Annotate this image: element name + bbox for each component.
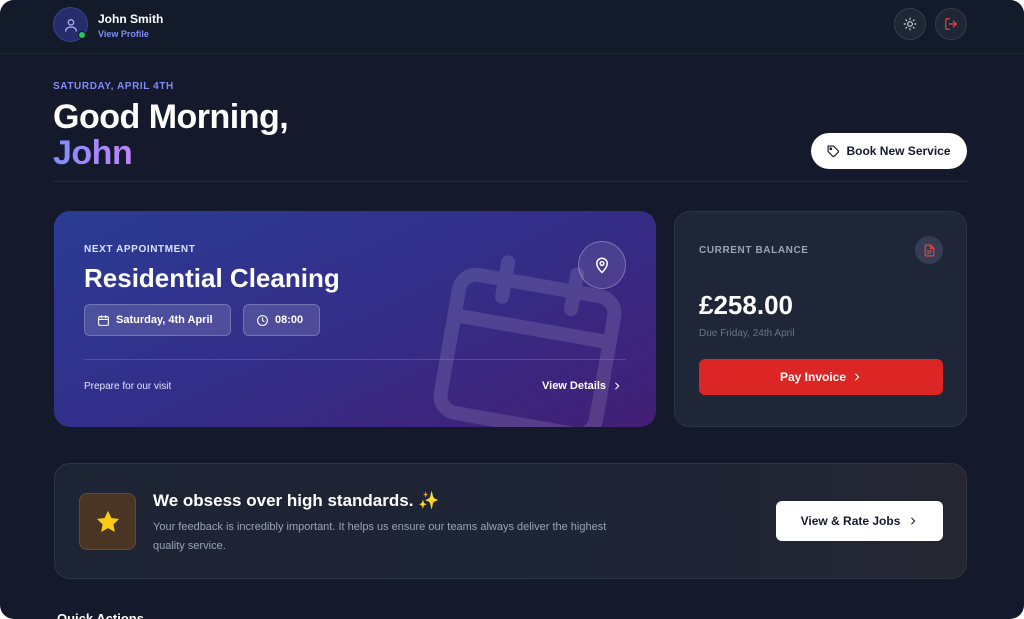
view-details-label: View Details [542,380,606,392]
star-icon [96,510,119,532]
clock-icon [257,314,268,326]
appointment-divider [84,359,626,360]
theme-toggle-button[interactable] [894,8,926,40]
user-icon [64,18,77,32]
appointment-footer-text: Prepare for our visit [84,381,172,392]
banner-title-text: We obsess over high standards. [153,491,414,510]
balance-label: CURRENT BALANCE [699,245,809,256]
book-new-service-button[interactable]: Book New Service [811,133,967,169]
appointment-label: NEXT APPOINTMENT [84,244,196,255]
greeting-name: John [53,134,133,172]
sun-icon [903,17,917,31]
current-date: SATURDAY, APRIL 4TH [53,81,174,92]
map-pin-icon [595,257,609,274]
section-divider [53,181,967,182]
invoice-document-button[interactable] [915,236,943,264]
top-bar: John Smith View Profile [0,0,1024,54]
book-new-service-label: Book New Service [846,144,951,158]
next-appointment-card: NEXT APPOINTMENT Residential Cleaning Sa… [54,211,656,427]
chevron-right-icon [615,382,620,390]
pay-invoice-button[interactable]: Pay Invoice [699,359,943,395]
logout-icon [945,18,957,30]
document-icon [924,244,934,256]
chevron-right-icon [855,373,860,381]
appointment-title: Residential Cleaning [84,263,340,293]
star-badge [79,493,136,550]
calendar-icon [98,314,109,326]
view-rate-jobs-button[interactable]: View & Rate Jobs [776,501,943,541]
tag-icon [827,144,840,157]
sparkle-icon: ✨ [418,491,440,510]
appointment-date: Saturday, 4th April [116,314,213,326]
view-details-link[interactable]: View Details [542,380,622,392]
greeting-heading: Good Morning, [53,98,289,136]
appointment-date-chip: Saturday, 4th April [84,304,231,336]
quick-actions-heading: Quick Actions [57,611,144,619]
location-button[interactable] [578,241,626,289]
online-status-dot [78,31,86,39]
balance-amount: £258.00 [699,290,793,320]
appointment-time: 08:00 [275,314,304,326]
user-name: John Smith [98,12,164,26]
appointment-time-chip: 08:00 [243,304,320,336]
banner-description: Your feedback is incredibly important. I… [153,521,607,552]
view-rate-jobs-label: View & Rate Jobs [800,514,901,528]
banner-title: We obsess over high standards. ✨ [153,491,439,511]
balance-due-date: Due Friday, 24th April [699,328,795,339]
dashboard-app: John Smith View Profile SATURDAY, APRIL … [0,0,1024,619]
current-balance-card: CURRENT BALANCE £258.00 Due Friday, 24th… [674,211,967,427]
logout-button[interactable] [935,8,967,40]
view-profile-link[interactable]: View Profile [98,29,149,39]
feedback-banner: We obsess over high standards. ✨ Your fe… [54,463,967,579]
pay-invoice-label: Pay Invoice [779,370,847,384]
chevron-right-icon [911,517,916,525]
